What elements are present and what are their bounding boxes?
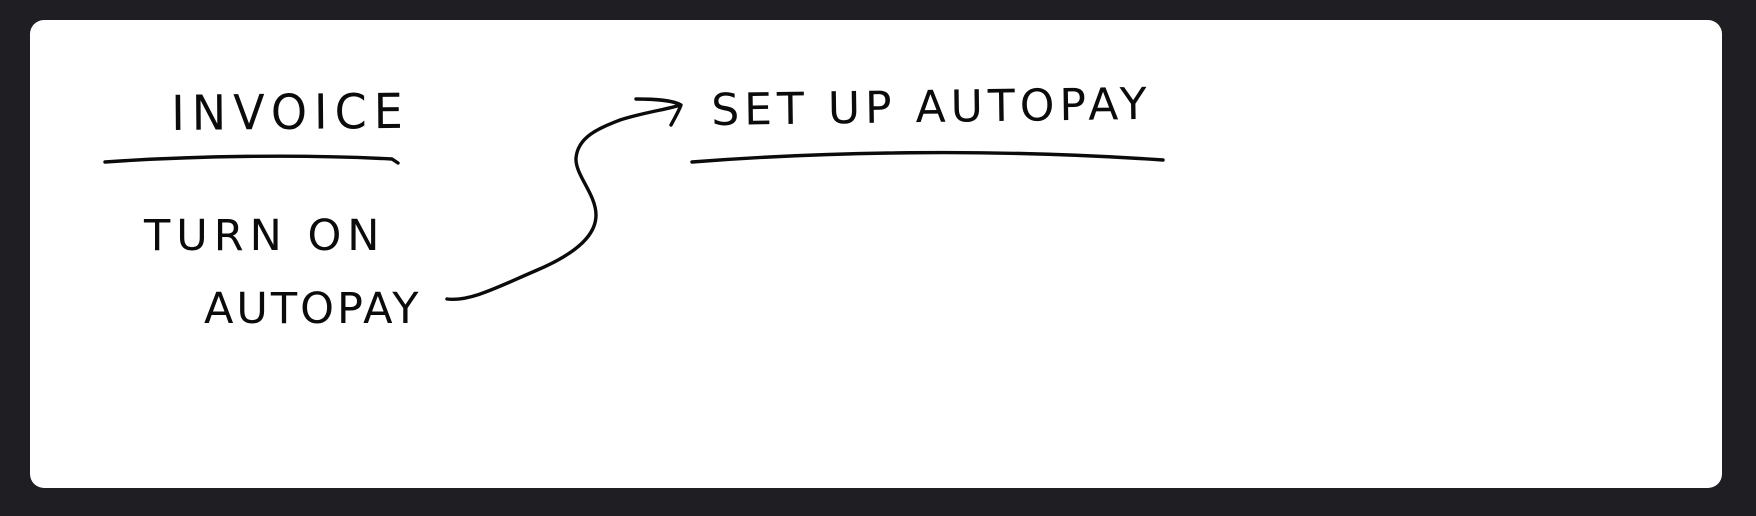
invoice-underline (103, 154, 400, 165)
connector-arrow (445, 103, 682, 302)
hand-drawn-strokes (103, 97, 1165, 302)
whiteboard-canvas: INVOICE TURN ON AUTOPAY SET UP AUTOPAY (30, 20, 1722, 488)
set-up-autopay-underline (690, 150, 1165, 164)
